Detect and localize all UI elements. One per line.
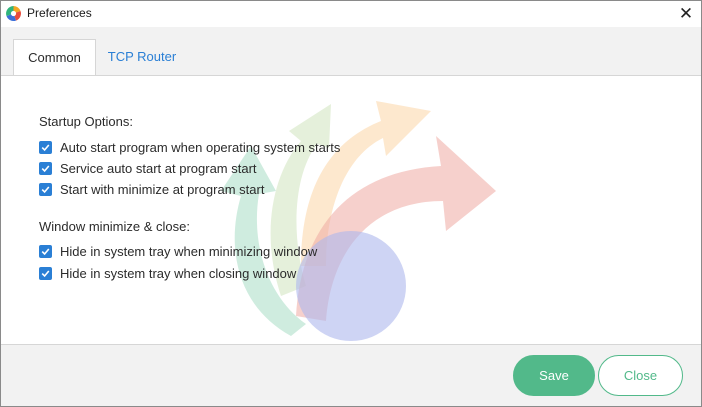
startup-options-heading: Startup Options:: [39, 114, 133, 129]
tab-bar: Common TCP Router: [1, 27, 701, 76]
window-minimize-heading: Window minimize & close:: [39, 219, 190, 234]
checkmark-icon: [41, 269, 50, 277]
save-button[interactable]: Save: [513, 355, 595, 396]
option-label: Auto start program when operating system…: [60, 139, 341, 155]
tab-tcp-router[interactable]: TCP Router: [101, 39, 183, 76]
dialog-footer: Save Close: [1, 344, 701, 406]
option-label: Service auto start at program start: [60, 160, 257, 176]
close-icon: ✕: [678, 4, 694, 23]
content-area: Common TCP Router Startup Options: Auto …: [1, 27, 701, 344]
option-label: Hide in system tray when closing window: [60, 265, 297, 281]
option-tray-on-minimize[interactable]: Hide in system tray when minimizing wind…: [39, 243, 317, 259]
checkbox-start-minimized[interactable]: [39, 182, 52, 196]
preferences-window: Preferences ✕ Common TCP Router Startup …: [0, 0, 702, 407]
option-auto-start-os[interactable]: Auto start program when operating system…: [39, 139, 340, 155]
window-close-button[interactable]: ✕: [675, 4, 697, 24]
checkbox-tray-on-close[interactable]: [39, 266, 52, 280]
checkmark-icon: [41, 185, 50, 193]
tab-panel-common: Startup Options: Auto start program when…: [1, 75, 701, 344]
checkbox-tray-on-minimize[interactable]: [39, 244, 52, 258]
option-tray-on-close[interactable]: Hide in system tray when closing window: [39, 265, 296, 281]
option-label: Hide in system tray when minimizing wind…: [60, 243, 318, 259]
title-bar: Preferences ✕: [1, 1, 701, 27]
watermark-logo-icon: [221, 101, 496, 341]
checkmark-icon: [41, 164, 50, 172]
checkmark-icon: [41, 143, 50, 151]
checkbox-service-auto-start[interactable]: [39, 161, 52, 175]
app-logo-icon: [6, 6, 21, 22]
option-service-auto-start[interactable]: Service auto start at program start: [39, 160, 257, 176]
option-label: Start with minimize at program start: [60, 181, 265, 197]
checkmark-icon: [41, 247, 50, 255]
option-start-minimized[interactable]: Start with minimize at program start: [39, 181, 264, 197]
tab-common[interactable]: Common: [13, 39, 96, 76]
window-title: Preferences: [27, 6, 92, 20]
checkbox-auto-start-os[interactable]: [39, 140, 52, 154]
close-button[interactable]: Close: [598, 355, 683, 396]
